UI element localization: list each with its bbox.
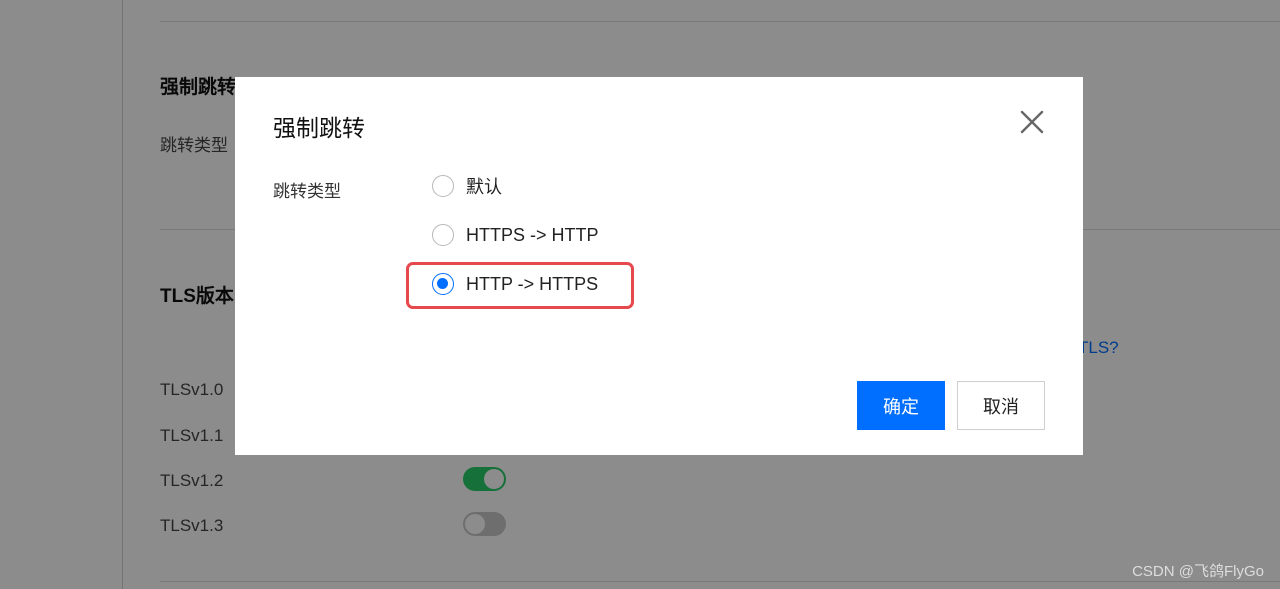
highlight-annotation-box xyxy=(406,262,634,309)
radio-circle xyxy=(432,224,454,246)
radio-option-default[interactable]: 默认 xyxy=(432,173,502,199)
radio-option-https-to-http[interactable]: HTTPS -> HTTP xyxy=(432,222,599,248)
dialog-title: 强制跳转 xyxy=(273,115,365,141)
confirm-button[interactable]: 确定 xyxy=(857,381,945,430)
close-icon xyxy=(1020,110,1044,134)
cancel-button[interactable]: 取消 xyxy=(957,381,1045,430)
redirect-dialog: 强制跳转 跳转类型 默认 HTTPS -> HTTP HTTP -> HTTPS… xyxy=(235,77,1083,455)
field-label-redirect-type: 跳转类型 xyxy=(273,182,341,201)
radio-label: 默认 xyxy=(466,177,502,197)
radio-circle xyxy=(432,175,454,197)
radio-label: HTTPS -> HTTP xyxy=(466,224,599,245)
close-button[interactable] xyxy=(1017,107,1047,137)
watermark: CSDN @飞鸽FlyGo xyxy=(1132,563,1264,580)
